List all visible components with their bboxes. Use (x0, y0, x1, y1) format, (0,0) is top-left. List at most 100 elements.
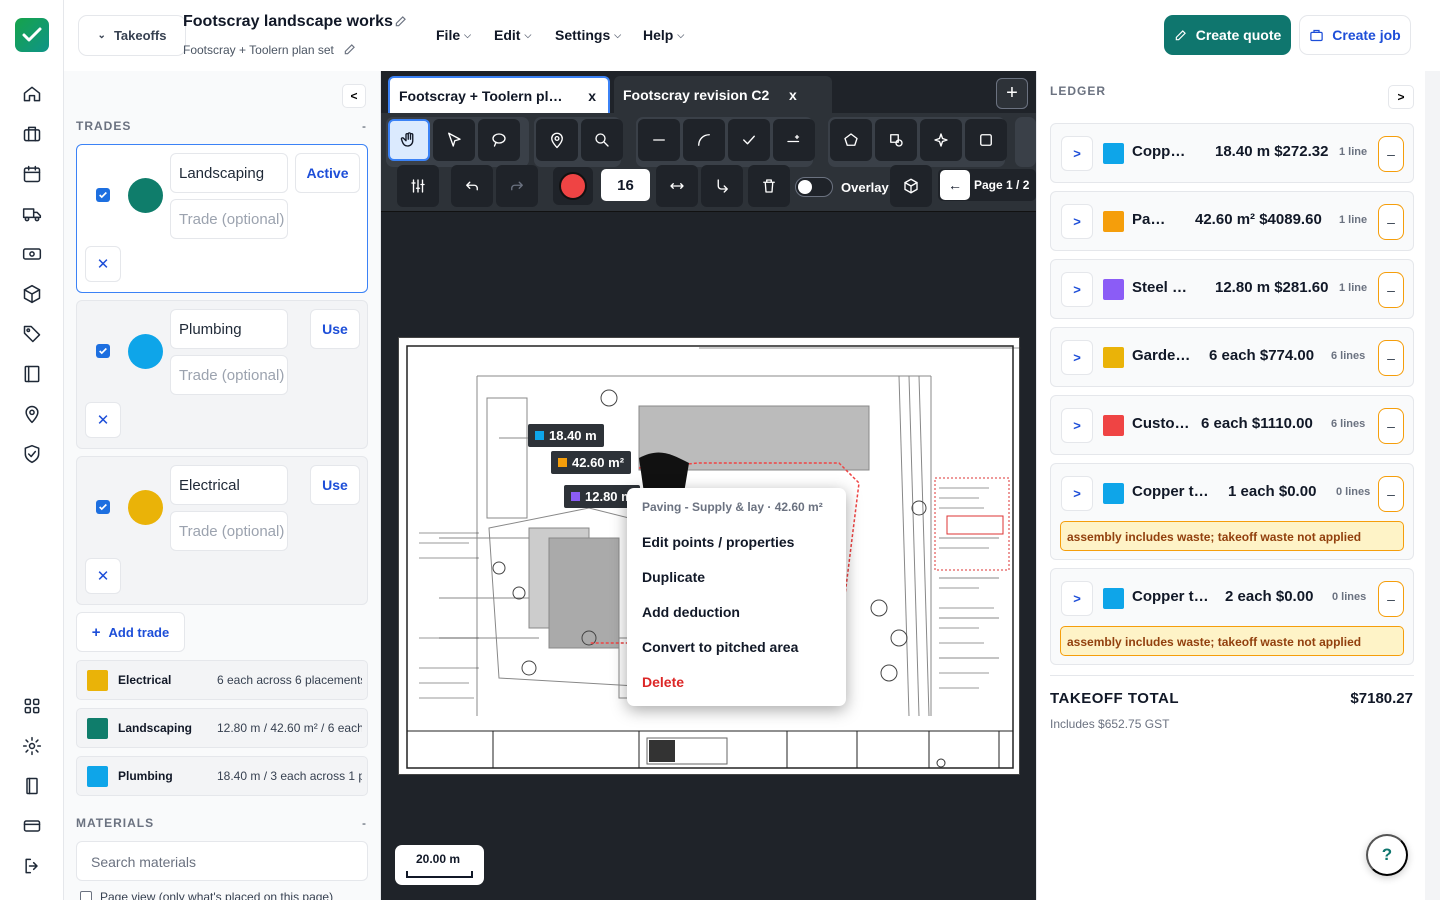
menu-settings[interactable]: Settings ⌵ (555, 27, 621, 43)
collapse-panel-button[interactable]: < (342, 84, 366, 108)
add-trade-button[interactable]: + Add trade (76, 612, 185, 652)
remove-trade-button[interactable]: ✕ (85, 246, 121, 282)
trade-color-swatch[interactable] (128, 178, 163, 213)
money-icon[interactable] (20, 242, 44, 266)
app-logo-icon[interactable] (15, 18, 49, 52)
menu-file[interactable]: File ⌵ (436, 27, 471, 43)
sliders-icon[interactable] (397, 165, 439, 207)
expand-item-button[interactable]: > (1061, 272, 1093, 307)
trade-use-button[interactable]: Use (310, 465, 360, 505)
menu-item-duplicate[interactable]: Duplicate (642, 569, 705, 585)
trade-color-swatch[interactable] (128, 490, 163, 525)
expand-item-button[interactable]: > (1061, 476, 1093, 511)
previous-page-arrow-icon[interactable]: ← (940, 170, 970, 200)
create-job-button[interactable]: Create job (1299, 15, 1411, 55)
3d-cube-icon[interactable] (890, 165, 932, 207)
lasso-icon[interactable] (478, 119, 520, 161)
remove-item-button[interactable]: – (1378, 272, 1404, 308)
calendar-icon[interactable] (20, 162, 44, 186)
remove-item-button[interactable]: – (1378, 408, 1404, 444)
trade-optional-input[interactable]: Trade (optional) (170, 199, 288, 239)
select-pointer-icon[interactable] (433, 119, 475, 161)
edit-title-pencil-icon[interactable] (394, 14, 408, 28)
check-tool-icon[interactable] (728, 119, 770, 161)
plan-canvas[interactable]: Footscray + Toolern pl… x Footscray revi… (381, 71, 1036, 900)
ledger-item[interactable]: > Copp… 18.40 m $272.32 1 line – (1050, 123, 1414, 183)
remove-item-button[interactable]: – (1378, 136, 1404, 172)
scrollbar[interactable] (1425, 71, 1440, 900)
measurement-label[interactable]: 18.40 m (528, 424, 604, 447)
remove-item-button[interactable]: – (1378, 340, 1404, 376)
truck-icon[interactable] (20, 202, 44, 226)
settings-gear-icon[interactable] (20, 734, 44, 758)
trade-active-button[interactable]: Active (295, 153, 360, 193)
takeoffs-dropdown-button[interactable]: ⌄ Takeoffs (78, 15, 186, 56)
stroke-color-picker[interactable] (553, 167, 593, 205)
pan-hand-icon[interactable] (388, 119, 430, 161)
page-view-checkbox[interactable]: Page view (only what's placed on this pa… (80, 890, 333, 900)
trade-summary-row[interactable]: Landscaping 12.80 m / 42.60 m² / 6 each (76, 708, 368, 748)
line-tool-icon[interactable] (638, 119, 680, 161)
arc-tool-icon[interactable] (683, 119, 725, 161)
expand-ledger-button[interactable]: > (1388, 85, 1414, 109)
credit-card-icon[interactable] (20, 814, 44, 838)
trade-summary-row[interactable]: Plumbing 18.40 m / 3 each across 1 place… (76, 756, 368, 796)
trade-checkbox[interactable] (96, 344, 110, 358)
trade-name-input[interactable]: Electrical (170, 465, 288, 505)
trade-optional-input[interactable]: Trade (optional) (170, 355, 288, 395)
ledger-item[interactable]: > Custo… 6 each $1110.00 6 lines – (1050, 395, 1414, 455)
expand-item-button[interactable]: > (1061, 581, 1093, 616)
collapse-trades-toggle[interactable]: - (362, 119, 366, 133)
close-tab-icon[interactable]: x (789, 87, 797, 103)
add-tab-button[interactable]: + (996, 78, 1028, 109)
remove-trade-button[interactable]: ✕ (85, 558, 121, 594)
remove-item-button[interactable]: – (1378, 476, 1404, 512)
tag-icon[interactable] (20, 322, 44, 346)
menu-item-edit-points[interactable]: Edit points / properties (642, 534, 794, 550)
apps-grid-icon[interactable] (20, 694, 44, 718)
auto-detect-sparkle-icon[interactable] (920, 119, 962, 161)
menu-item-add-deduction[interactable]: Add deduction (642, 604, 740, 620)
zoom-search-icon[interactable] (581, 119, 623, 161)
trade-color-swatch[interactable] (128, 334, 163, 369)
shield-check-icon[interactable] (20, 442, 44, 466)
rectangle-tool-icon[interactable] (965, 119, 1007, 161)
expand-item-button[interactable]: > (1061, 340, 1093, 375)
trade-use-button[interactable]: Use (310, 309, 360, 349)
area-fill-tool-icon[interactable] (875, 119, 917, 161)
ledger-item[interactable]: > Garde… 6 each $774.00 6 lines – (1050, 327, 1414, 387)
edit-subtitle-pencil-icon[interactable] (343, 42, 357, 56)
expand-item-button[interactable]: > (1061, 204, 1093, 239)
map-pin-icon[interactable] (536, 119, 578, 161)
flip-horizontal-icon[interactable] (656, 165, 698, 207)
map-pin-icon[interactable] (20, 402, 44, 426)
remove-item-button[interactable]: – (1378, 581, 1404, 617)
trade-name-input[interactable]: Plumbing (170, 309, 288, 349)
book-icon[interactable] (20, 362, 44, 386)
undo-icon[interactable] (451, 165, 493, 207)
menu-help[interactable]: Help ⌵ (643, 27, 684, 43)
checkbox[interactable] (80, 891, 92, 900)
create-quote-button[interactable]: Create quote (1164, 15, 1291, 55)
menu-item-convert-pitched[interactable]: Convert to pitched area (642, 639, 798, 655)
menu-edit[interactable]: Edit ⌵ (494, 27, 531, 43)
redo-icon[interactable] (496, 165, 538, 207)
trade-checkbox[interactable] (96, 500, 110, 514)
menu-item-delete[interactable]: Delete (642, 674, 684, 690)
tab-revision[interactable]: Footscray revision C2 x (614, 76, 832, 113)
remove-item-button[interactable]: – (1378, 204, 1404, 240)
tab-plan-set[interactable]: Footscray + Toolern pl… x (388, 76, 610, 113)
stroke-size-input[interactable]: 16 (601, 169, 650, 201)
box-icon[interactable] (20, 282, 44, 306)
close-tab-icon[interactable]: x (588, 88, 596, 104)
ledger-item[interactable]: > Steel … 12.80 m $281.60 1 line – (1050, 259, 1414, 319)
trash-delete-icon[interactable] (748, 165, 790, 207)
measure-tool-icon[interactable] (773, 119, 815, 161)
polygon-tool-icon[interactable] (830, 119, 872, 161)
expand-item-button[interactable]: > (1061, 136, 1093, 171)
trade-summary-row[interactable]: Electrical 6 each across 6 placements (76, 660, 368, 700)
trade-checkbox[interactable] (96, 188, 110, 202)
ledger-item[interactable]: > Copper t… 1 each $0.00 0 lines – assem… (1050, 463, 1414, 560)
home-icon[interactable] (20, 82, 44, 106)
trade-optional-input[interactable]: Trade (optional) (170, 511, 288, 551)
